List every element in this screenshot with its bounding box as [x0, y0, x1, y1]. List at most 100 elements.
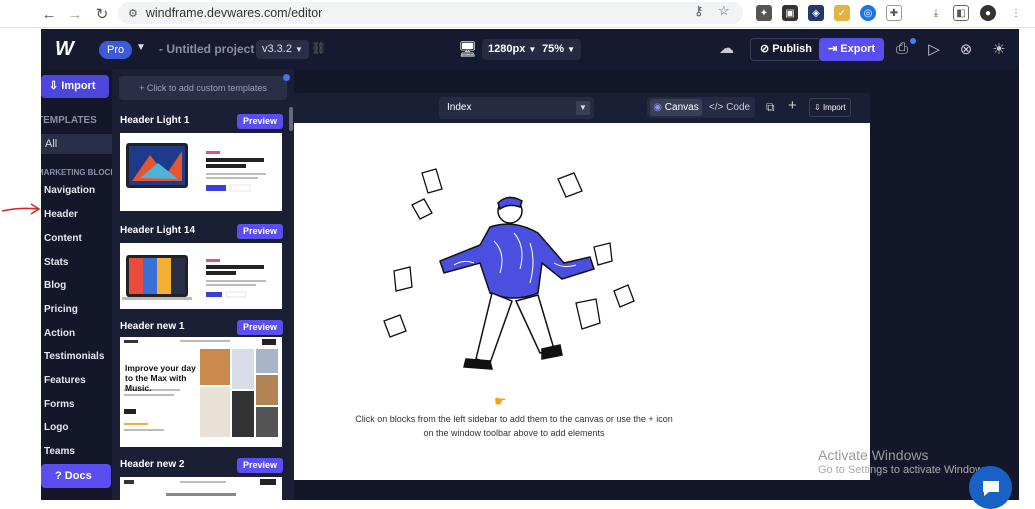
category-all[interactable]: All — [41, 134, 112, 154]
profile-avatar[interactable]: ● — [980, 5, 996, 21]
forward-button[interactable]: → — [62, 3, 88, 25]
bookmark-star-icon[interactable]: ☆ — [718, 3, 730, 19]
sidebar-item-stats[interactable]: Stats — [44, 257, 68, 268]
publish-button[interactable]: ⊘ Publish — [750, 38, 823, 61]
template-thumbnail[interactable]: Improve your day to the Max with Music. — [120, 337, 282, 447]
template-name: Header Light 14 — [120, 225, 196, 236]
template-name: Header Light 1 — [120, 115, 190, 126]
check-circle-icon: ⊘ — [760, 43, 770, 55]
sidebar-item-header[interactable]: Header — [44, 209, 78, 220]
puzzle-icon[interactable]: ✚ — [886, 5, 902, 21]
sidebar-item-features[interactable]: Features — [44, 375, 86, 386]
preview-button[interactable]: Preview — [237, 114, 284, 129]
sidebar: ⇩ Import TEMPLATES All MARKETING BLOCKS … — [41, 69, 112, 500]
notification-dot — [283, 74, 290, 81]
templates-panel: + Click to add custom templates Header L… — [112, 69, 294, 500]
sidebar-item-forms[interactable]: Forms — [44, 399, 75, 410]
window-toolbar: Index ▼ ◉ Canvas </> Code ⧉ + ⇩ Import — [294, 93, 870, 123]
sidebar-item-content[interactable]: Content — [44, 233, 82, 244]
background-strip — [1019, 29, 1035, 500]
import-icon: ⇩ — [814, 103, 821, 112]
theme-toggle-icon[interactable]: ☀ — [990, 40, 1008, 58]
page-select[interactable]: Index ▼ — [439, 97, 594, 119]
sidepanel-icon[interactable]: ◧ — [953, 5, 969, 21]
canvas[interactable]: ☛ Click on blocks from the left sidebar … — [294, 123, 870, 480]
menu-kebab-icon[interactable]: ⋮ — [1008, 5, 1024, 21]
extension-icon[interactable]: ✓ — [834, 5, 850, 21]
add-custom-template-button[interactable]: + Click to add custom templates — [119, 76, 287, 100]
import-button[interactable]: ⇩ Import — [41, 75, 109, 98]
sidebar-item-logo[interactable]: Logo — [44, 422, 68, 433]
extension-icon[interactable]: ◈ — [808, 5, 824, 21]
docs-button[interactable]: ? Docs — [41, 464, 111, 488]
chevron-down-icon[interactable]: ▼ — [136, 42, 146, 53]
extension-icon[interactable]: ▣ — [782, 5, 798, 21]
notification-dot — [910, 38, 916, 44]
canvas-icon: ◉ — [653, 102, 663, 113]
sidebar-item-navigation[interactable]: Navigation — [44, 185, 95, 196]
preview-button[interactable]: Preview — [237, 320, 284, 335]
preview-button[interactable]: Preview — [237, 224, 284, 239]
close-icon[interactable]: ⊗ — [957, 40, 975, 58]
chat-icon — [982, 480, 999, 496]
extension-icon[interactable]: ◎ — [860, 5, 876, 21]
windframe-logo[interactable]: W — [55, 38, 74, 61]
version-badge[interactable]: v3.3.2 ▼ — [256, 40, 309, 59]
windframe-editor: W Pro ▼ - Untitled project v3.3.2 ▼ ⛓ 🖥 … — [41, 29, 1019, 500]
play-icon[interactable]: ▷ — [925, 40, 943, 58]
activate-windows-subtitle: Go to Settings to activate Windows. — [818, 464, 992, 476]
annotation-arrow-icon — [1, 203, 41, 215]
export-icon: ⇥ — [828, 43, 838, 55]
template-name: Header new 1 — [120, 321, 185, 332]
address-bar[interactable]: ⚙ windframe.devwares.com/editor — [118, 2, 743, 24]
site-info-icon[interactable]: ⚙ — [128, 7, 138, 20]
screen-size-select[interactable]: 1280px ▼ — [482, 39, 543, 60]
template-thumbnail[interactable] — [120, 243, 282, 309]
scrollbar[interactable] — [289, 107, 293, 131]
chevron-down-icon: ▼ — [295, 45, 303, 54]
template-thumbnail[interactable] — [120, 477, 282, 500]
chevron-down-icon: ▼ — [576, 101, 590, 115]
link-icon[interactable]: ⛓ — [311, 41, 326, 55]
zoom-select[interactable]: 75% ▼ — [536, 39, 582, 60]
pro-badge[interactable]: Pro — [99, 41, 133, 59]
templates-heading: TEMPLATES — [41, 115, 97, 126]
monitor-icon[interactable]: 🖥 — [458, 40, 477, 58]
canvas-hint: Click on blocks from the left sidebar to… — [355, 414, 673, 438]
sidebar-item-pricing[interactable]: Pricing — [44, 304, 78, 315]
template-thumbnail[interactable] — [120, 133, 282, 211]
chevron-down-icon: ▼ — [567, 45, 576, 54]
cloud-upload-icon[interactable]: ☁ — [719, 39, 734, 57]
export-button[interactable]: ⇥ Export — [819, 38, 885, 61]
view-toggle: ◉ Canvas </> Code — [647, 97, 755, 118]
sidebar-item-blog[interactable]: Blog — [44, 280, 66, 291]
chat-support-button[interactable] — [969, 466, 1012, 509]
copy-icon[interactable]: ⧉ — [766, 100, 775, 115]
preview-button[interactable]: Preview — [237, 458, 284, 473]
empty-canvas-illustration — [383, 168, 635, 370]
project-title[interactable]: - Untitled project — [159, 42, 254, 56]
window-import-button[interactable]: ⇩ Import — [809, 98, 851, 117]
download-icon[interactable]: ⤓ — [928, 5, 944, 21]
import-icon: ⇩ — [49, 80, 59, 92]
url-text: windframe.devwares.com/editor — [145, 6, 323, 20]
app-topbar: W Pro ▼ - Untitled project v3.3.2 ▼ ⛓ 🖥 … — [41, 29, 1019, 69]
back-button[interactable]: ← — [36, 3, 62, 25]
browser-toolbar: ← → ↻ ⚙ windframe.devwares.com/editor ⚷ … — [0, 0, 1035, 28]
canvas-window: Index ▼ ◉ Canvas </> Code ⧉ + ⇩ Import ☛… — [294, 93, 870, 480]
activate-windows-title: Activate Windows — [818, 447, 929, 463]
help-icon: ? — [55, 470, 62, 482]
extension-icon[interactable]: ✦ — [756, 5, 772, 21]
add-element-icon[interactable]: + — [788, 97, 797, 114]
save-icon[interactable]: ⎙ — [893, 40, 911, 57]
tab-canvas[interactable]: ◉ Canvas — [650, 99, 702, 116]
sidebar-item-teams[interactable]: Teams — [44, 446, 75, 457]
template-name: Header new 2 — [120, 459, 185, 470]
thumbnail-headline: Improve your day to the Max with Music. — [125, 363, 196, 393]
sidebar-item-testimonials[interactable]: Testimonials — [44, 351, 104, 362]
key-icon[interactable]: ⚷ — [694, 3, 704, 19]
reload-button[interactable]: ↻ — [89, 3, 115, 25]
tab-code[interactable]: </> Code — [707, 99, 752, 116]
pointing-hand-icon: ☛ — [494, 393, 507, 409]
sidebar-item-action[interactable]: Action — [44, 328, 75, 339]
